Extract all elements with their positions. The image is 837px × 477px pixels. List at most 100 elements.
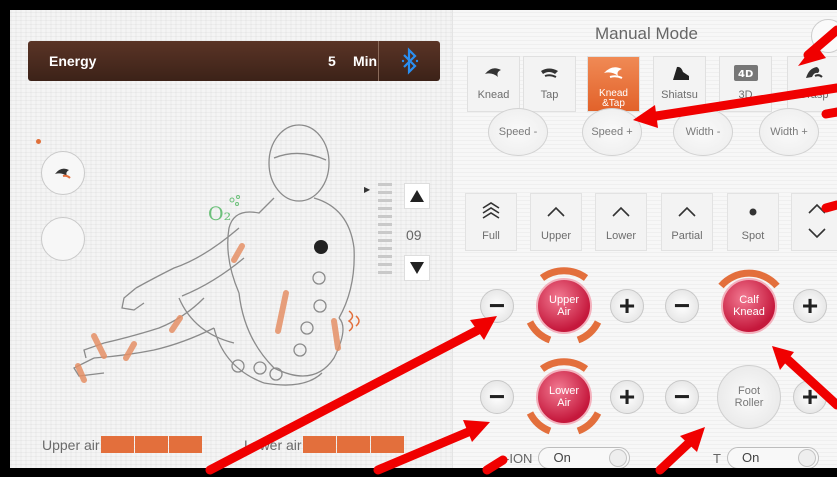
energy-time-unit: Min — [353, 53, 378, 69]
position-label: Lower — [606, 230, 636, 242]
heat-toggle[interactable]: On — [726, 447, 819, 468]
upper-air-minus-button[interactable]: − — [480, 289, 514, 323]
ion-toggle-state: On — [553, 450, 571, 465]
heat-label: T — [713, 450, 721, 466]
technique-label: Shiatsu — [661, 89, 698, 101]
position-spot-button[interactable]: Spot — [727, 193, 779, 251]
level-tick — [378, 207, 392, 210]
technique-shiatsu-button[interactable]: Shiatsu — [653, 56, 706, 112]
level-tick — [378, 215, 392, 218]
level-tick — [378, 199, 392, 202]
3d-icon: 4D — [733, 65, 758, 81]
ion-label: -ION — [505, 450, 533, 466]
lower-air-minus-button[interactable]: − — [480, 380, 514, 414]
upper-air-plus-button[interactable]: + — [610, 289, 644, 323]
position-label: Partial — [671, 230, 703, 242]
chevron-up-icon — [612, 206, 630, 217]
technique-label: Grasp — [798, 89, 829, 101]
foot-roller-plus-button[interactable]: + — [793, 380, 827, 414]
level-value: 09 — [406, 227, 422, 243]
lower-air-label: Lower air — [244, 436, 302, 453]
lower-air-segment — [370, 436, 404, 453]
level-tick — [378, 263, 392, 266]
triangle-down-icon — [410, 262, 424, 274]
position-label: Upper — [541, 230, 571, 242]
massage-chair-screen: Energy 5 Min O₂ ▶ 09 Upper air Lower air… — [10, 10, 837, 468]
technique-label: Knead — [477, 89, 510, 101]
lower-air-status: Lower air — [244, 436, 404, 453]
calf-knead-minus-button[interactable]: − — [665, 289, 699, 323]
oxygen-bubbles-icon — [229, 195, 240, 206]
technique-label: Tap — [540, 89, 559, 101]
ion-toggle-row: -ION On — [505, 447, 631, 468]
ion-toggle[interactable]: On — [538, 447, 631, 468]
knead-icon — [484, 68, 501, 77]
position-partial-button[interactable]: Partial — [661, 193, 713, 251]
position-full-button[interactable]: Full — [465, 193, 517, 251]
lower-air-dial: Lower Air — [522, 355, 606, 439]
toggle-knob — [797, 449, 816, 467]
upper-air-segment — [134, 436, 168, 453]
technique-grasp-button[interactable]: Grasp — [787, 56, 837, 112]
energy-label: Energy — [49, 53, 97, 69]
chevron-up-icon — [808, 203, 826, 214]
grasp-icon — [805, 67, 823, 78]
technique-label: 3D — [738, 89, 753, 101]
position-up-down-button[interactable] — [791, 193, 837, 251]
lower-air-segment — [336, 436, 370, 453]
level-tick — [378, 231, 392, 234]
calf-knead-button[interactable]: Calf Knead — [721, 278, 777, 334]
technique-tap-button[interactable]: Tap — [523, 56, 576, 112]
position-label: Full — [482, 230, 500, 242]
chevron-down-icon — [808, 228, 826, 239]
level-up-button[interactable] — [404, 183, 430, 209]
intensity-level-control: ▶ 09 — [364, 183, 434, 287]
position-upper-button[interactable]: Upper — [530, 193, 582, 251]
foot-roller-button[interactable]: Foot Roller — [717, 365, 781, 429]
lower-air-segment — [302, 436, 336, 453]
chevron-up-icon — [678, 206, 696, 217]
width-plus-button[interactable]: Width + — [759, 108, 819, 156]
svg-text:4D: 4D — [738, 69, 753, 80]
triangle-up-icon — [410, 190, 424, 202]
level-tick — [378, 271, 392, 274]
speed-minus-button[interactable]: Speed - — [488, 108, 548, 156]
chevron-up-icon — [547, 206, 565, 217]
technique-knead-tap-button[interactable]: Knead &Tap — [587, 56, 640, 112]
close-button[interactable] — [811, 19, 837, 53]
shiatsu-icon — [672, 66, 689, 80]
upper-air-dial: Upper Air — [522, 264, 606, 348]
lower-air-button[interactable]: Lower Air — [536, 369, 592, 425]
toggle-knob — [609, 449, 628, 467]
manual-mode-panel: Manual Mode Knead Tap Knead &Tap Shiatsu… — [452, 10, 837, 468]
technique-knead-button[interactable]: Knead — [467, 56, 520, 112]
bluetooth-button[interactable] — [378, 41, 440, 81]
level-down-button[interactable] — [404, 255, 430, 281]
lower-air-plus-button[interactable]: + — [610, 380, 644, 414]
upper-air-segment — [168, 436, 202, 453]
bluetooth-icon — [401, 47, 418, 75]
level-pointer-icon: ▶ — [364, 185, 371, 194]
full-body-icon — [482, 202, 500, 219]
technique-label: Knead &Tap — [599, 88, 628, 109]
upper-air-status: Upper air — [42, 436, 202, 453]
knead-tap-icon — [603, 67, 622, 79]
tap-icon — [540, 68, 558, 78]
foot-roller-minus-button[interactable]: − — [665, 380, 699, 414]
upper-air-segment — [100, 436, 134, 453]
body-massage-diagram — [73, 124, 360, 386]
heat-toggle-state: On — [741, 450, 760, 465]
calf-knead-dial: Calf Knead — [707, 264, 791, 348]
level-tick — [378, 183, 392, 186]
calf-knead-plus-button[interactable]: + — [793, 289, 827, 323]
level-tick — [378, 191, 392, 194]
upper-air-button[interactable]: Upper Air — [536, 278, 592, 334]
speed-plus-button[interactable]: Speed + — [582, 108, 642, 156]
level-tick — [378, 239, 392, 242]
position-lower-button[interactable]: Lower — [595, 193, 647, 251]
width-minus-button[interactable]: Width - — [673, 108, 733, 156]
level-tick — [378, 255, 392, 258]
technique-3d-button[interactable]: 4D 3D — [719, 56, 772, 112]
level-tick — [378, 247, 392, 250]
active-indicator-dot — [36, 139, 41, 144]
